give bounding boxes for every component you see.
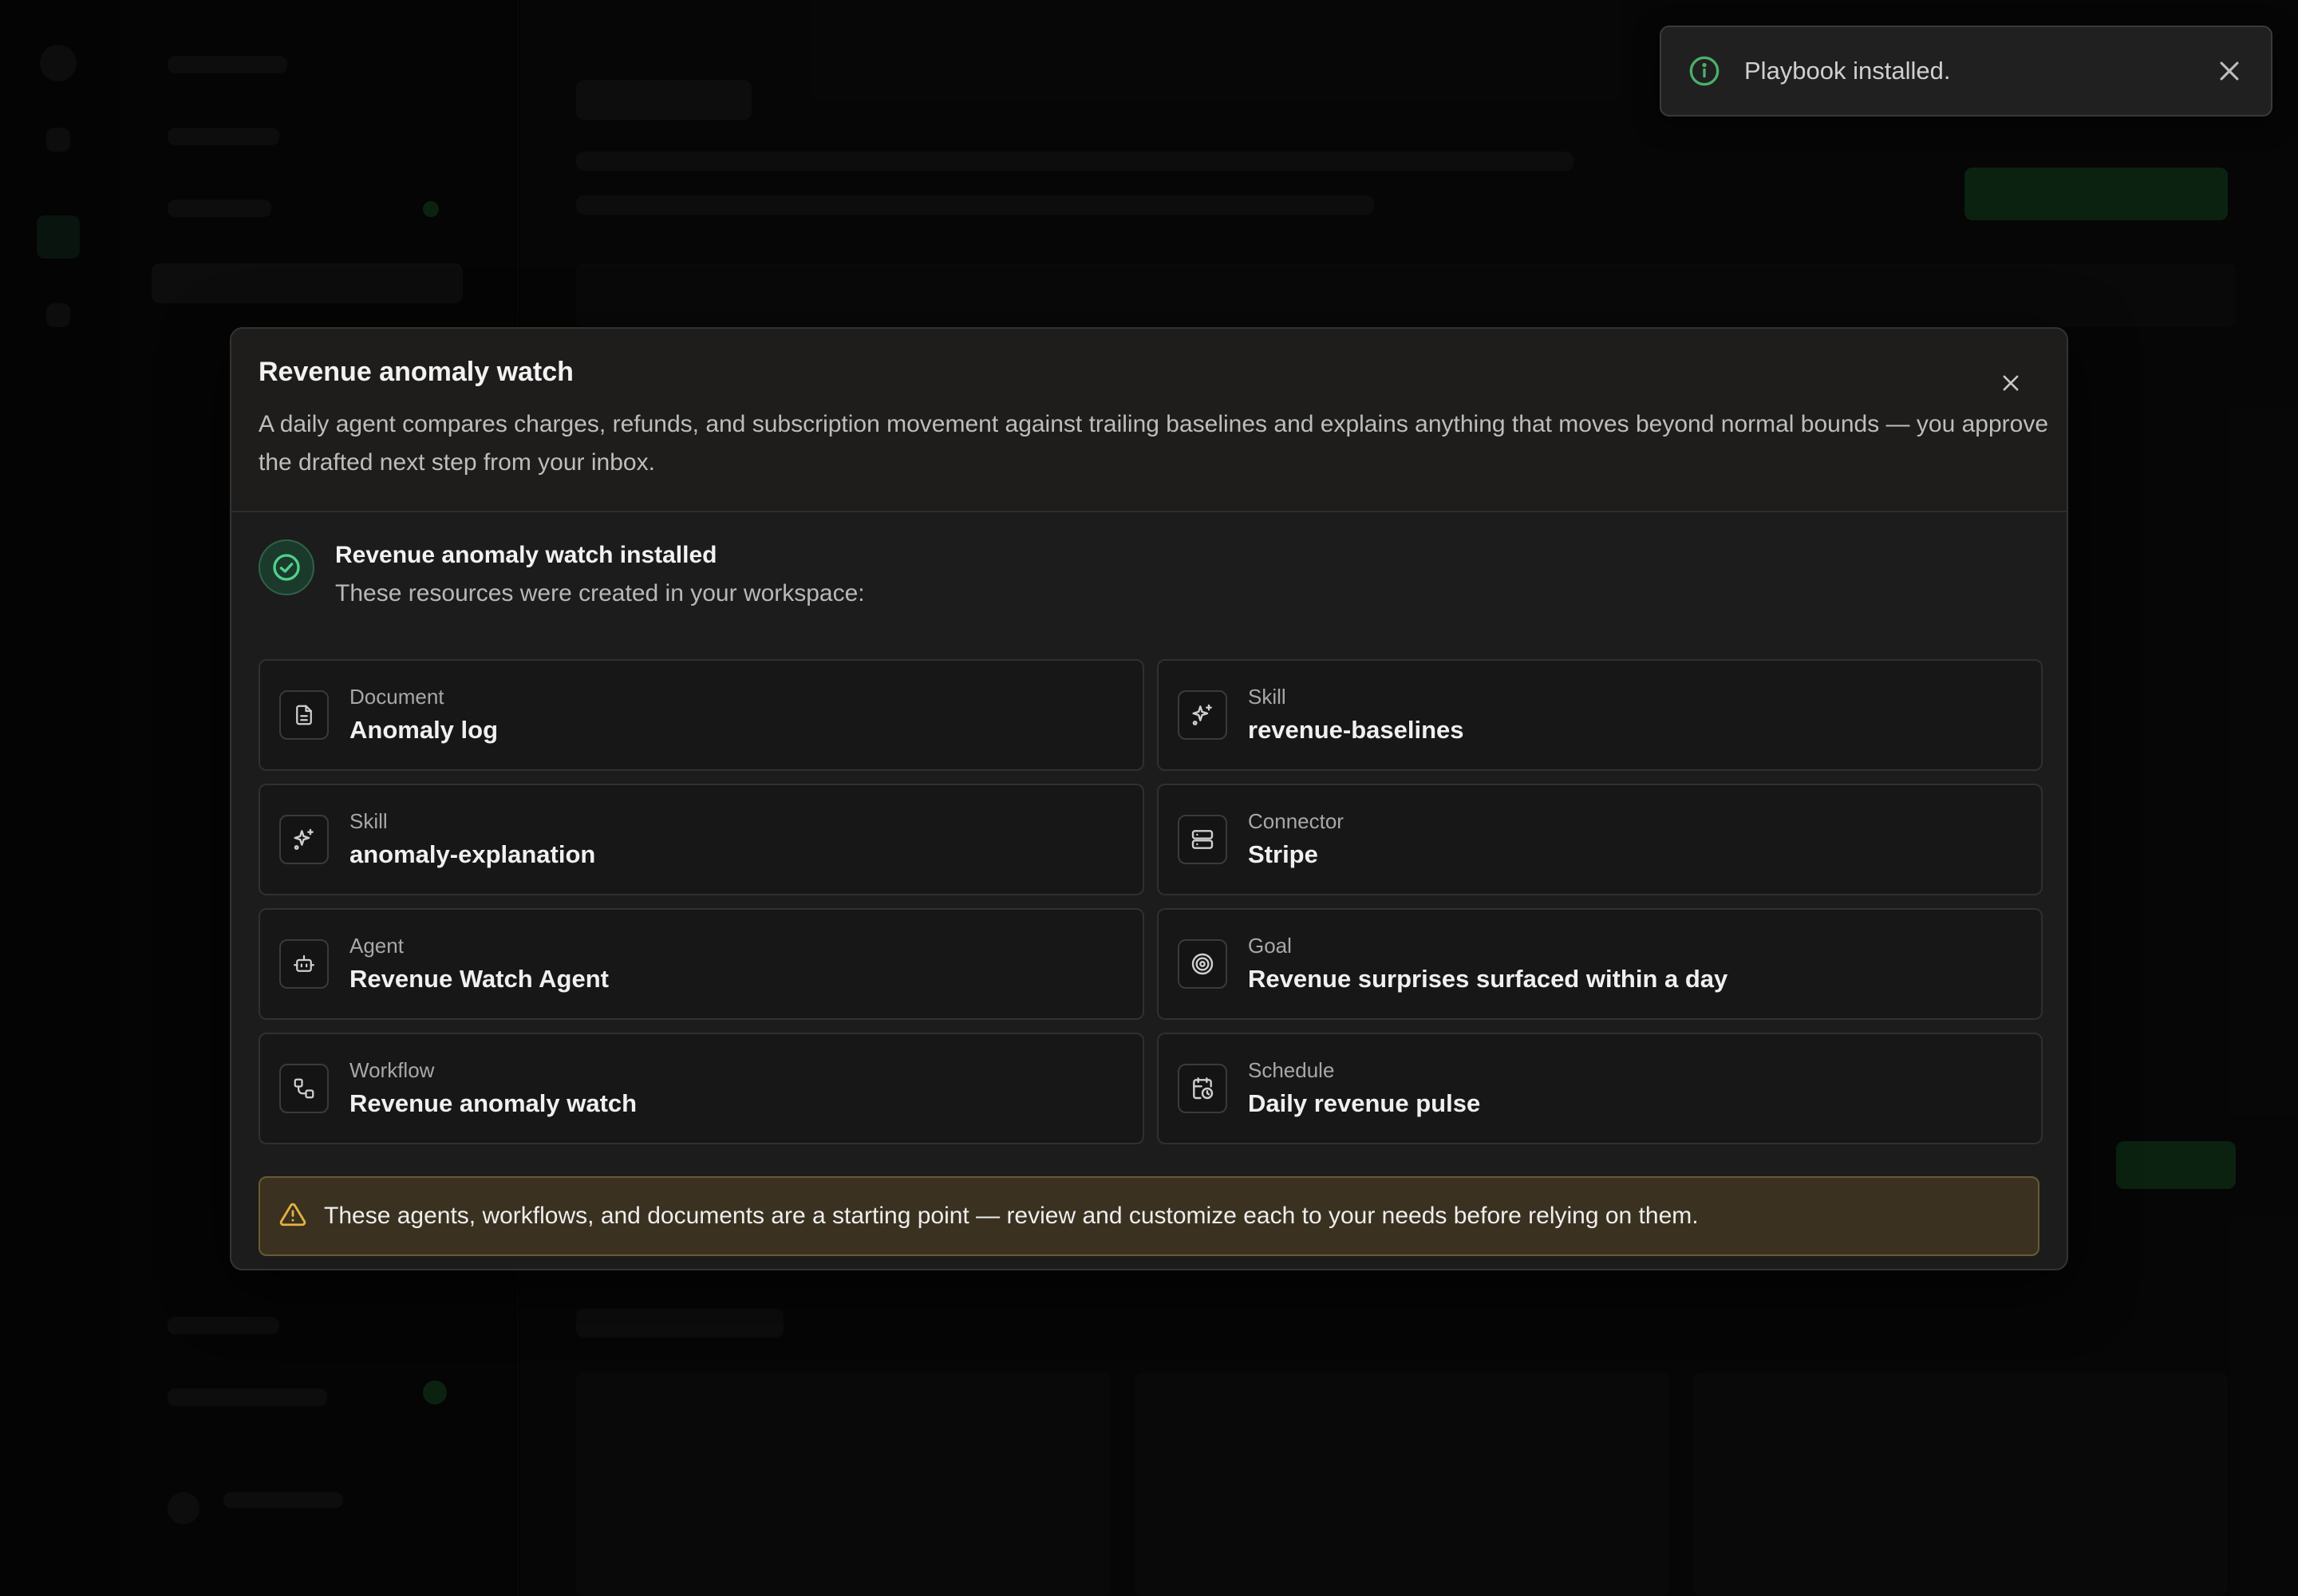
check-circle-icon <box>259 539 314 595</box>
bot-icon <box>279 939 329 989</box>
installed-banner: Revenue anomaly watch installed These re… <box>259 539 2039 659</box>
resource-type: Skill <box>349 809 388 833</box>
server-icon <box>1178 815 1227 864</box>
resource-type: Document <box>349 685 444 709</box>
modal-header: Revenue anomaly watch A daily agent comp… <box>231 329 2067 512</box>
workflow-icon <box>279 1064 329 1113</box>
resource-card-agent[interactable]: Agent Revenue Watch Agent <box>259 908 1144 1020</box>
installed-title: Revenue anomaly watch installed <box>335 542 717 568</box>
calendar-clock-icon <box>1178 1064 1227 1113</box>
resource-name: Daily revenue pulse <box>1248 1089 1481 1117</box>
resource-name: Stripe <box>1248 840 1318 868</box>
resource-type: Connector <box>1248 809 1344 833</box>
resource-type: Schedule <box>1248 1058 1335 1082</box>
resource-name: revenue-baselines <box>1248 716 1464 744</box>
toast-notification: Playbook installed. <box>1660 26 2272 117</box>
installed-subtitle: These resources were created in your wor… <box>335 580 865 606</box>
resource-name: Revenue surprises surfaced within a day <box>1248 965 1728 993</box>
resource-name: Revenue Watch Agent <box>349 965 609 993</box>
modal-title: Revenue anomaly watch <box>259 357 574 387</box>
resource-card-goal[interactable]: Goal Revenue surprises surfaced within a… <box>1157 908 2043 1020</box>
resource-type: Goal <box>1248 934 1292 958</box>
resource-name: anomaly-explanation <box>349 840 596 868</box>
modal-body: Revenue anomaly watch installed These re… <box>231 512 2067 1256</box>
close-icon <box>2220 61 2239 81</box>
toast-close-button[interactable] <box>2215 57 2244 85</box>
resource-card-document[interactable]: Document Anomaly log <box>259 659 1144 771</box>
resource-name: Revenue anomaly watch <box>349 1089 638 1117</box>
resource-name: Anomaly log <box>349 716 499 744</box>
toast-message: Playbook installed. <box>1744 57 1951 85</box>
playbook-modal: Revenue anomaly watch A daily agent comp… <box>230 327 2068 1270</box>
warning-triangle-icon <box>279 1201 306 1232</box>
sparkle-icon <box>1178 690 1227 740</box>
info-icon <box>1688 55 1720 87</box>
document-icon <box>279 690 329 740</box>
resource-grid: Document Anomaly log Skill revenue-basel… <box>259 659 2043 1144</box>
target-icon <box>1178 939 1227 989</box>
sparkle-icon <box>279 815 329 864</box>
modal-description: A daily agent compares charges, refunds,… <box>259 411 2048 476</box>
resource-type: Skill <box>1248 685 1286 709</box>
resource-type: Agent <box>349 934 404 958</box>
resource-type: Workflow <box>349 1058 435 1082</box>
resource-card-skill[interactable]: Skill revenue-baselines <box>1157 659 2043 771</box>
close-icon <box>2003 375 2019 391</box>
resource-card-connector[interactable]: Connector Stripe <box>1157 784 2043 895</box>
disclaimer-text: These agents, workflows, and documents a… <box>324 1203 1699 1229</box>
resource-card-workflow[interactable]: Workflow Revenue anomaly watch <box>259 1033 1144 1144</box>
resource-card-skill[interactable]: Skill anomaly-explanation <box>259 784 1144 895</box>
disclaimer-banner: These agents, workflows, and documents a… <box>259 1176 2039 1256</box>
resource-card-schedule[interactable]: Schedule Daily revenue pulse <box>1157 1033 2043 1144</box>
modal-close-button[interactable] <box>1996 369 2025 397</box>
